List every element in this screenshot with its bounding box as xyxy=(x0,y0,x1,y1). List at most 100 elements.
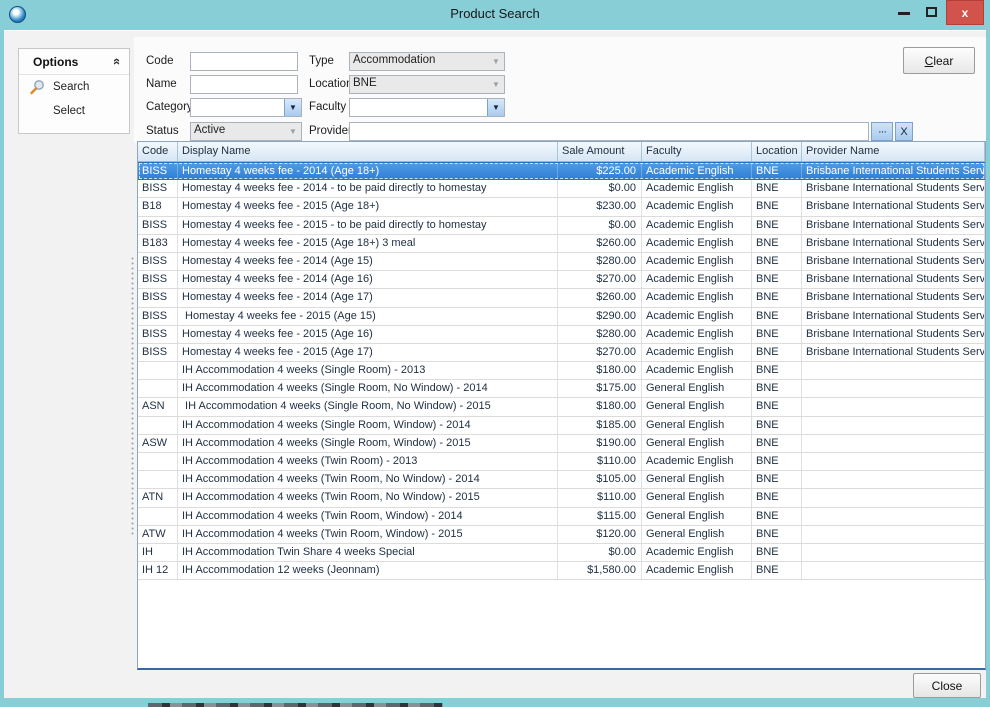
cell-location: BNE xyxy=(752,453,802,470)
close-window-button[interactable]: x xyxy=(946,0,984,25)
cell-code: BISS xyxy=(138,289,178,306)
cell-sale_amount: $180.00 xyxy=(558,398,642,415)
name-input[interactable] xyxy=(190,75,298,94)
table-row[interactable]: ASN IH Accommodation 4 weeks (Single Roo… xyxy=(138,398,985,416)
column-header-location[interactable]: Location xyxy=(752,142,802,161)
column-header-display_name[interactable]: Display Name xyxy=(178,142,558,161)
cell-sale_amount: $110.00 xyxy=(558,453,642,470)
table-row[interactable]: BISSHomestay 4 weeks fee - 2014 (Age 17)… xyxy=(138,289,985,307)
chevron-down-icon[interactable]: ▼ xyxy=(284,99,301,116)
status-combobox[interactable]: Active ▼ xyxy=(190,122,302,141)
cell-location: BNE xyxy=(752,271,802,288)
location-label: Location xyxy=(309,78,352,90)
cell-code: IH 12 xyxy=(138,562,178,579)
cell-provider_name: Brisbane International Students Services xyxy=(802,180,985,197)
table-row[interactable]: ATNIH Accommodation 4 weeks (Twin Room, … xyxy=(138,489,985,507)
cell-faculty: General English xyxy=(642,471,752,488)
location-combobox[interactable]: BNE ▼ xyxy=(349,75,505,94)
table-row[interactable]: BISSHomestay 4 weeks fee - 2014 (Age 15)… xyxy=(138,253,985,271)
clear-button[interactable]: Clear xyxy=(903,47,975,74)
maximize-button[interactable] xyxy=(926,7,937,17)
cell-location: BNE xyxy=(752,198,802,215)
close-button[interactable]: Close xyxy=(913,673,981,698)
background-window-artifact-bottom xyxy=(148,703,443,707)
table-row[interactable]: B183Homestay 4 weeks fee - 2015 (Age 18+… xyxy=(138,235,985,253)
cell-display_name: Homestay 4 weeks fee - 2014 (Age 18+) xyxy=(178,163,558,179)
sidebar-item-search[interactable]: Search xyxy=(19,75,129,99)
cell-provider_name: Brisbane International Students Services xyxy=(802,235,985,252)
faculty-combobox[interactable]: ▼ xyxy=(349,98,505,117)
cell-sale_amount: $175.00 xyxy=(558,380,642,397)
splitter-handle[interactable] xyxy=(129,255,136,535)
cell-display_name: IH Accommodation 12 weeks (Jeonnam) xyxy=(178,562,558,579)
options-header: Options « xyxy=(19,49,129,75)
column-header-faculty[interactable]: Faculty xyxy=(642,142,752,161)
cell-display_name: IH Accommodation 4 weeks (Twin Room, Win… xyxy=(178,526,558,543)
column-header-sale_amount[interactable]: Sale Amount xyxy=(558,142,642,161)
column-header-code[interactable]: Code xyxy=(138,142,178,161)
table-row[interactable]: BISSHomestay 4 weeks fee - 2015 (Age 16)… xyxy=(138,326,985,344)
cell-sale_amount: $105.00 xyxy=(558,471,642,488)
table-row[interactable]: IH Accommodation 4 weeks (Single Room, W… xyxy=(138,417,985,435)
cell-display_name: Homestay 4 weeks fee - 2014 (Age 15) xyxy=(178,253,558,270)
table-row[interactable]: BISSHomestay 4 weeks fee - 2014 (Age 16)… xyxy=(138,271,985,289)
titlebar[interactable]: Product Search x xyxy=(0,0,990,30)
column-header-provider_name[interactable]: Provider Name xyxy=(802,142,985,161)
cell-display_name: Homestay 4 weeks fee - 2014 - to be paid… xyxy=(178,180,558,197)
cell-provider_name xyxy=(802,471,985,488)
table-row[interactable]: IHIH Accommodation Twin Share 4 weeks Sp… xyxy=(138,544,985,562)
table-row[interactable]: IH Accommodation 4 weeks (Single Room) -… xyxy=(138,362,985,380)
cell-provider_name: Brisbane International Students Services xyxy=(802,253,985,270)
table-row[interactable]: ATWIH Accommodation 4 weeks (Twin Room, … xyxy=(138,526,985,544)
code-input[interactable] xyxy=(190,52,298,71)
code-label: Code xyxy=(146,55,174,67)
cell-provider_name xyxy=(802,398,985,415)
cell-display_name: Homestay 4 weeks fee - 2014 (Age 16) xyxy=(178,271,558,288)
table-row[interactable]: BISSHomestay 4 weeks fee - 2015 (Age 17)… xyxy=(138,344,985,362)
cell-provider_name xyxy=(802,508,985,525)
cell-sale_amount: $270.00 xyxy=(558,344,642,361)
table-row[interactable]: ASWIH Accommodation 4 weeks (Single Room… xyxy=(138,435,985,453)
sidebar-item-select[interactable]: Select xyxy=(19,99,129,123)
provider-label: Provider xyxy=(309,125,352,137)
type-combobox[interactable]: Accommodation ▼ xyxy=(349,52,505,71)
table-row[interactable]: BISSHomestay 4 weeks fee - 2014 - to be … xyxy=(138,180,985,198)
collapse-chevron-icon[interactable]: « xyxy=(110,58,125,65)
cell-sale_amount: $120.00 xyxy=(558,526,642,543)
cell-display_name: Homestay 4 weeks fee - 2014 (Age 17) xyxy=(178,289,558,306)
table-row[interactable]: IH Accommodation 4 weeks (Single Room, N… xyxy=(138,380,985,398)
table-row[interactable]: B18Homestay 4 weeks fee - 2015 (Age 18+)… xyxy=(138,198,985,216)
cell-display_name: Homestay 4 weeks fee - 2015 (Age 15) xyxy=(178,308,558,325)
cell-location: BNE xyxy=(752,362,802,379)
table-row[interactable]: IH Accommodation 4 weeks (Twin Room) - 2… xyxy=(138,453,985,471)
provider-browse-button[interactable]: ··· xyxy=(871,122,893,141)
cell-faculty: Academic English xyxy=(642,362,752,379)
minimize-button[interactable] xyxy=(898,12,910,15)
table-row[interactable]: BISSHomestay 4 weeks fee - 2015 - to be … xyxy=(138,217,985,235)
cell-sale_amount: $290.00 xyxy=(558,308,642,325)
table-row[interactable]: IH Accommodation 4 weeks (Twin Room, No … xyxy=(138,471,985,489)
cell-provider_name: Brisbane International Students Services xyxy=(802,289,985,306)
cell-location: BNE xyxy=(752,253,802,270)
cell-sale_amount: $260.00 xyxy=(558,235,642,252)
cell-code xyxy=(138,380,178,397)
table-row[interactable]: IH 12IH Accommodation 12 weeks (Jeonnam)… xyxy=(138,562,985,580)
table-row[interactable]: IH Accommodation 4 weeks (Twin Room, Win… xyxy=(138,508,985,526)
table-row[interactable]: BISS Homestay 4 weeks fee - 2015 (Age 15… xyxy=(138,308,985,326)
provider-input[interactable] xyxy=(349,122,869,141)
cell-code: B18 xyxy=(138,198,178,215)
cell-provider_name xyxy=(802,417,985,434)
cell-faculty: Academic English xyxy=(642,326,752,343)
cell-location: BNE xyxy=(752,544,802,561)
cell-display_name: Homestay 4 weeks fee - 2015 (Age 18+) xyxy=(178,198,558,215)
cell-provider_name: Brisbane International Students Services xyxy=(802,163,985,179)
cell-code: BISS xyxy=(138,180,178,197)
provider-clear-button[interactable]: X xyxy=(895,122,913,141)
type-value: Accommodation xyxy=(350,53,488,70)
cell-location: BNE xyxy=(752,435,802,452)
table-row[interactable]: BISSHomestay 4 weeks fee - 2014 (Age 18+… xyxy=(138,162,985,180)
chevron-down-icon[interactable]: ▼ xyxy=(487,99,504,116)
category-combobox[interactable]: ▼ xyxy=(190,98,302,117)
cell-display_name: IH Accommodation 4 weeks (Twin Room, No … xyxy=(178,471,558,488)
cell-location: BNE xyxy=(752,235,802,252)
